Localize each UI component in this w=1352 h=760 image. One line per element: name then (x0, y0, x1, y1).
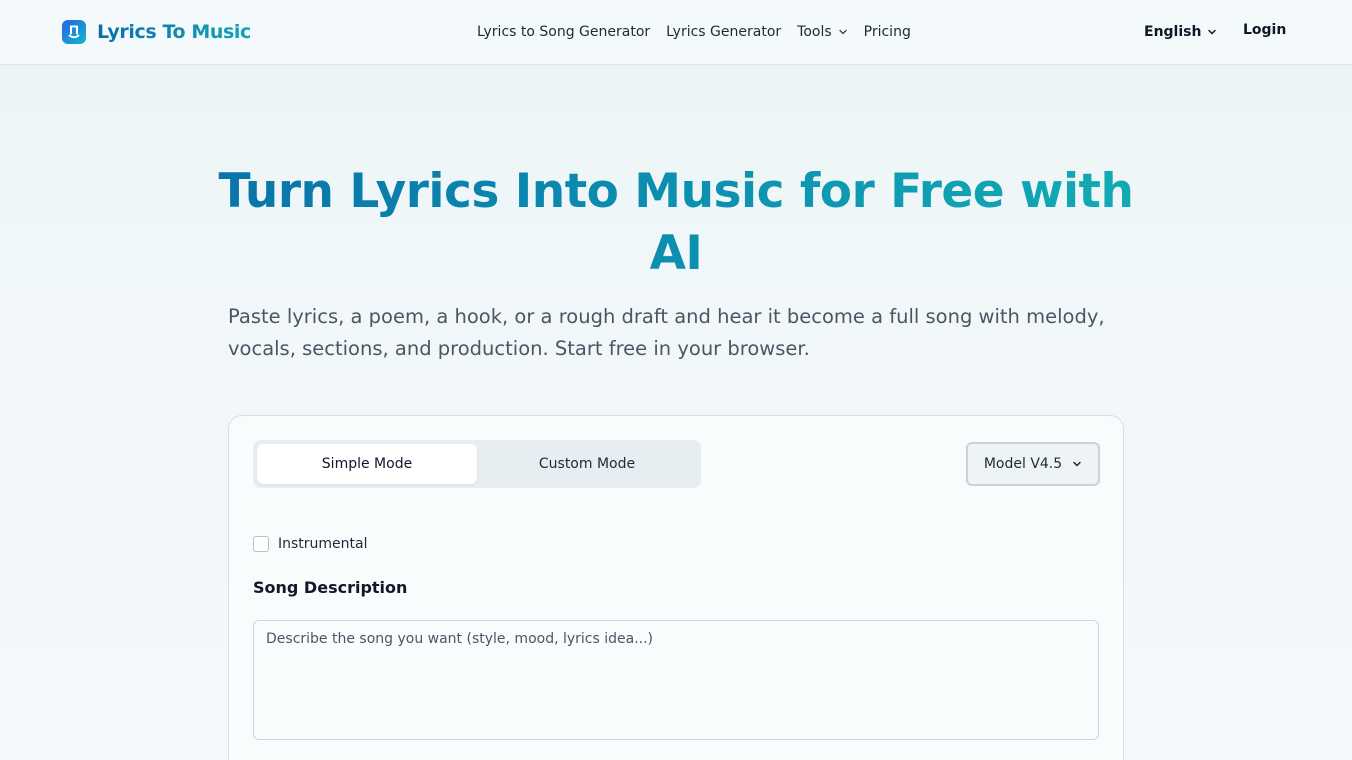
nav-label: Tools (797, 24, 832, 40)
song-description-input[interactable] (253, 620, 1099, 740)
model-select[interactable]: Model V4.5 (966, 442, 1100, 486)
simple-mode-tab[interactable]: Simple Mode (257, 444, 477, 484)
instrumental-checkbox[interactable] (253, 536, 269, 552)
model-label: Model V4.5 (983, 456, 1063, 472)
nav-label: Lyrics Generator (666, 24, 782, 40)
mode-toggle: Simple Mode Custom Mode (253, 440, 701, 488)
hero-title-line2: AI (0, 223, 1352, 285)
language-selector[interactable]: English (1144, 22, 1217, 42)
logo-link[interactable]: Lyrics To Music (62, 20, 251, 44)
main-nav: Lyrics to Song Generator Lyrics Generato… (477, 22, 911, 42)
login-button[interactable]: Login (1243, 22, 1286, 42)
custom-mode-tab[interactable]: Custom Mode (477, 444, 697, 484)
nav-pricing[interactable]: Pricing (864, 24, 911, 40)
hero-title: Turn Lyrics Into Music for Free with AI (0, 161, 1352, 285)
chevron-down-icon (1208, 29, 1217, 35)
nav-lyrics-to-song[interactable]: Lyrics to Song Generator (477, 24, 650, 40)
instrumental-label: Instrumental (278, 536, 368, 552)
hero-subtitle: Paste lyrics, a poem, a hook, or a rough… (228, 305, 1105, 360)
music-note-app-icon (62, 20, 86, 44)
logo-text: Lyrics To Music (97, 21, 251, 43)
chevron-down-icon (1073, 461, 1081, 467)
language-label: English (1144, 24, 1202, 40)
chevron-down-icon (838, 29, 847, 35)
nav-label: Pricing (863, 24, 911, 40)
instrumental-option[interactable]: Instrumental (253, 535, 368, 553)
nav-tools-dropdown[interactable]: Tools (797, 24, 848, 40)
site-header: Lyrics To Music Lyrics to Song Generator… (0, 0, 1352, 65)
nav-label: Lyrics to Song Generator (477, 24, 651, 40)
nav-lyrics-generator[interactable]: Lyrics Generator (666, 24, 781, 40)
hero-title-line1: Turn Lyrics Into Music for Free with (0, 161, 1352, 223)
generator-card: Simple Mode Custom Mode Model V4.5 Instr… (228, 415, 1124, 760)
song-description-label: Song Description (253, 578, 408, 597)
